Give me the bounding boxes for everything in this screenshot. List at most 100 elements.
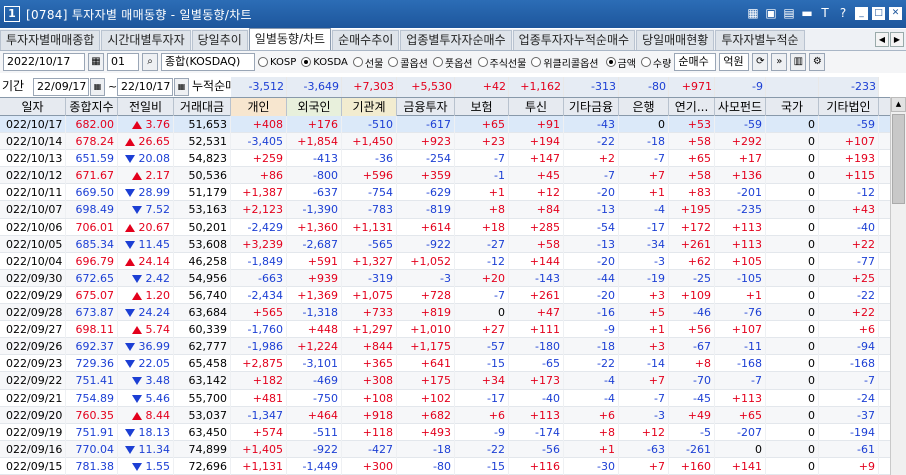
calendar-from-icon[interactable]: ▦ [90, 78, 105, 96]
table-row[interactable]: 022/09/20 760.35 8.44 53,037 -1,347 +464 +918 +… [0, 406, 906, 424]
help-icon[interactable]: ? [835, 5, 851, 21]
table-cell: 0 [766, 423, 819, 441]
market-code-select[interactable]: 01 [107, 53, 139, 71]
table-row[interactable]: 022/09/16 770.04 11.34 74,899 +1,405 -922 -427… [0, 440, 906, 458]
radio-circle-icon[interactable] [605, 57, 616, 67]
table-cell: +923 [397, 133, 455, 151]
tab-6[interactable]: 업종투자자누적순매수 [512, 30, 636, 50]
close-icon[interactable]: ✕ [889, 6, 902, 20]
radios2-radio-1[interactable]: 수량 [640, 55, 671, 70]
table-row[interactable]: 022/09/26 692.37 36.99 62,777 -1,986 +1,224 +8… [0, 338, 906, 356]
radios2-radio-0[interactable]: 금액 [605, 55, 636, 70]
tab-4[interactable]: 순매수추이 [332, 30, 400, 50]
radios-radio-5[interactable]: 주식선물 [477, 55, 526, 70]
table-row[interactable]: 022/09/23 729.36 22.05 65,458 +2,875 -3,101 +3… [0, 355, 906, 373]
radio-circle-icon[interactable] [352, 57, 363, 67]
table-row[interactable]: 022/09/30 672.65 2.42 54,956 -663 +939 -319 -3 +… [0, 269, 906, 287]
table-row[interactable]: 022/10/17 682.00 3.76 51,653 +408 +176 -510 -61… [0, 116, 906, 134]
tab-3[interactable]: 일별동향/차트 [248, 28, 332, 50]
tab-next-icon[interactable]: ▶ [890, 32, 904, 47]
table-row[interactable]: 022/10/04 696.79 24.14 46,258 -1,849 +591 +1,3… [0, 252, 906, 270]
column-header-12[interactable]: 연기... [669, 98, 715, 116]
minimize-icon[interactable]: _ [855, 6, 868, 20]
tab-5[interactable]: 업종별투자자순매수 [400, 30, 512, 50]
column-header-14[interactable]: 국가 [766, 98, 819, 116]
date-input[interactable]: 2022/10/17 [3, 53, 85, 71]
column-header-8[interactable]: 보험 [455, 98, 509, 116]
list-icon[interactable]: ▤ [781, 5, 797, 21]
radio-circle-icon[interactable] [258, 57, 268, 67]
table-row[interactable]: 022/10/11 669.50 28.99 51,179 +1,387 -637 -754… [0, 184, 906, 202]
window-icon[interactable]: ▣ [763, 5, 779, 21]
radios-radio-0[interactable]: KOSP [258, 55, 296, 70]
tab-0[interactable]: 투자자별매매종합 [0, 30, 101, 50]
maximize-icon[interactable]: □ [872, 6, 885, 20]
tab-7[interactable]: 당일매매현황 [636, 30, 715, 50]
column-header-10[interactable]: 기타금융 [564, 98, 619, 116]
radios-radio-2[interactable]: 선물 [352, 55, 383, 70]
radio-circle-icon[interactable] [432, 57, 443, 67]
vertical-scrollbar[interactable]: ▲ [890, 97, 906, 475]
settings-icon[interactable]: ⚙ [809, 53, 826, 71]
radio-circle-icon[interactable] [477, 57, 488, 67]
table-row[interactable]: 022/10/14 678.24 26.65 52,531 -3,405 +1,854 +1… [0, 133, 906, 151]
table-row[interactable]: 022/09/27 698.11 5.74 60,339 -1,760 +448 +1,29… [0, 321, 906, 339]
table-row[interactable]: 022/09/19 751.91 18.13 63,450 +574 -511 +118 +4… [0, 423, 906, 441]
query-icon[interactable]: ⟳ [752, 53, 769, 71]
chart-icon[interactable]: ▥ [790, 53, 807, 71]
table-row[interactable]: 022/09/29 675.07 1.20 56,740 -2,434 +1,369 +1,… [0, 286, 906, 305]
table-row[interactable]: 022/10/12 671.67 2.17 50,536 +86 -800 +596 +359… [0, 167, 906, 185]
table-row[interactable]: 022/09/28 673.87 24.24 63,684 +565 -1,318 +733… [0, 304, 906, 322]
column-header-11[interactable]: 은행 [619, 98, 669, 116]
tab-2[interactable]: 당일추이 [191, 30, 248, 50]
unit-select[interactable]: 억원 [719, 53, 750, 71]
radios-radio-1[interactable]: KOSDA [301, 55, 348, 70]
period-to-input[interactable]: 22/10/17 [117, 78, 173, 96]
calendar-icon[interactable]: ▦ [88, 53, 104, 71]
pin-icon[interactable]: ▬ [799, 5, 815, 21]
table-cell: -663 [231, 269, 287, 287]
tab-1[interactable]: 시간대별투자자 [101, 30, 191, 50]
column-header-15[interactable]: 기타법인 [819, 98, 879, 116]
column-header-6[interactable]: 기관계 [342, 98, 397, 116]
tab-prev-icon[interactable]: ◀ [875, 32, 889, 47]
order-select[interactable]: 순매수 [674, 53, 717, 71]
radio-circle-icon[interactable] [531, 57, 542, 67]
period-from-input[interactable]: 22/09/17 [33, 78, 89, 96]
column-header-13[interactable]: 사모펀드 [715, 98, 766, 116]
text-icon[interactable]: T [817, 5, 833, 21]
table-row[interactable]: 022/10/06 706.01 20.67 50,201 -2,429 +1,360 +1… [0, 218, 906, 236]
column-header-3[interactable]: 거래대금 [174, 98, 231, 116]
scroll-up-icon[interactable]: ▲ [891, 97, 906, 112]
radio-circle-icon[interactable] [388, 57, 399, 67]
next-icon[interactable]: » [771, 53, 788, 71]
calendar-to-icon[interactable]: ▦ [174, 78, 189, 96]
column-header-4[interactable]: 개인 [231, 98, 287, 116]
search-icon[interactable]: ⌕ [142, 53, 158, 71]
table-row[interactable]: 022/10/07 698.49 7.52 53,163 +2,123 -1,390 -78… [0, 201, 906, 219]
table-cell: -3,405 [231, 133, 287, 151]
table-row[interactable]: 022/09/21 754.89 5.46 55,700 +481 -750 +108 +10… [0, 389, 906, 407]
grid-icon[interactable]: ▦ [745, 5, 761, 21]
table-row[interactable]: 022/10/05 685.34 11.45 53,608 +3,239 -2,687 -5… [0, 235, 906, 253]
column-header-7[interactable]: 금융투자 [397, 98, 455, 116]
radios-radio-6[interactable]: 위클리콜옵션 [531, 55, 599, 70]
radio-circle-icon[interactable] [301, 57, 312, 67]
column-header-0[interactable]: 일자 [0, 98, 66, 116]
radio-circle-icon[interactable] [640, 57, 651, 67]
table-cell: -2,429 [231, 218, 287, 236]
table-cell: +109 [669, 286, 715, 304]
column-header-5[interactable]: 외국인 [287, 98, 342, 116]
scroll-thumb[interactable] [892, 114, 905, 204]
table-cell: +1,387 [231, 184, 287, 202]
tab-8[interactable]: 투자자별누적순 [715, 30, 805, 50]
column-header-1[interactable]: 종합지수 [66, 98, 118, 116]
column-header-2[interactable]: 전일비 [118, 98, 174, 116]
table-row[interactable]: 022/09/15 781.38 1.55 72,696 +1,131 -1,449 +30… [0, 457, 906, 475]
table-row[interactable]: 022/09/22 751.41 3.48 63,142 +182 -469 +308 +17… [0, 372, 906, 390]
radios-radio-3[interactable]: 콜옵션 [388, 55, 428, 70]
column-header-9[interactable]: 투신 [509, 98, 564, 116]
radios-radio-4[interactable]: 풋옵션 [432, 55, 473, 70]
table-row[interactable]: 022/10/13 651.59 20.08 54,823 +259 -413 -36 -25… [0, 150, 906, 168]
table-cell: +6 [455, 406, 509, 424]
